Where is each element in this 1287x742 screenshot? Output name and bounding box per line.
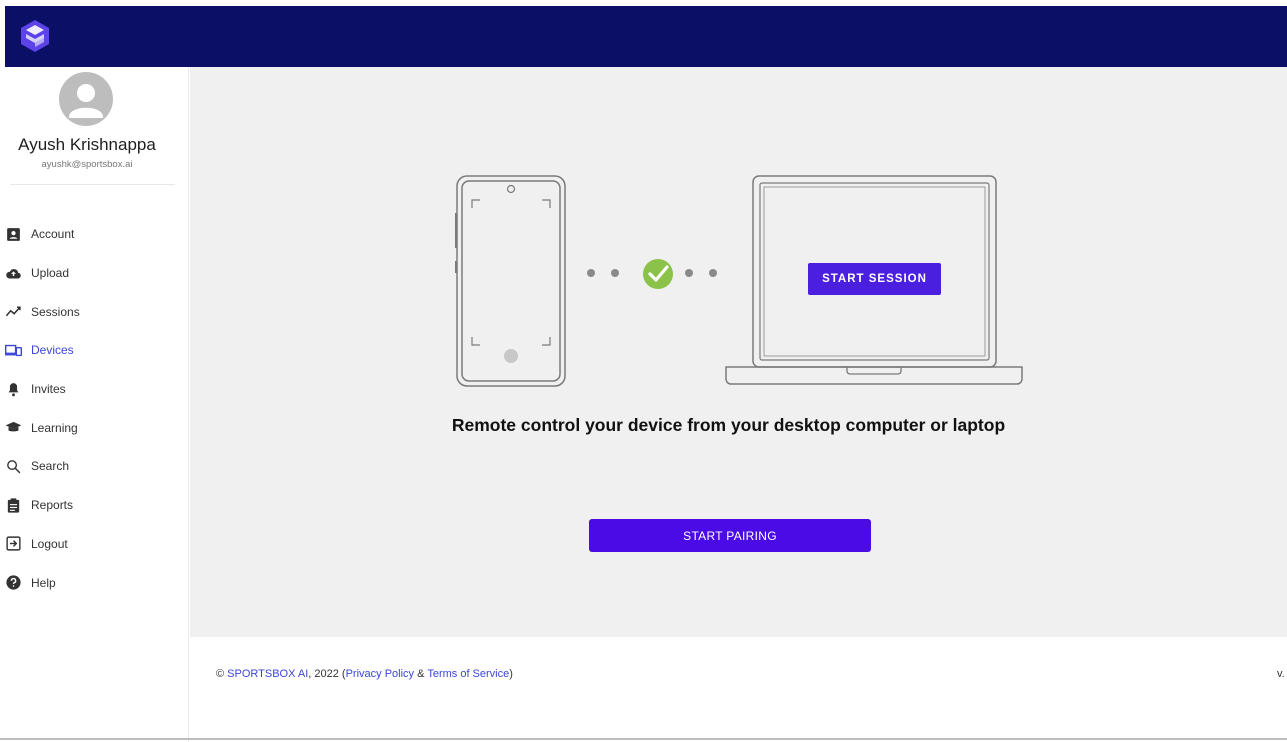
sidebar-item-search[interactable]: Search xyxy=(0,447,189,486)
footer-year: , 2022 ( xyxy=(308,668,346,680)
main-content: START SESSION Remote control your device… xyxy=(190,67,1287,637)
sidebar-item-label: Reports xyxy=(31,498,74,513)
sidebar-nav: Account Upload Sessions Devices Invites xyxy=(0,215,189,602)
devices-icon xyxy=(4,341,22,359)
sidebar-item-label: Sessions xyxy=(31,304,80,319)
sidebar-item-label: Invites xyxy=(31,382,66,397)
sidebar-item-upload[interactable]: Upload xyxy=(0,254,189,293)
top-app-bar xyxy=(5,6,1287,67)
bottom-divider xyxy=(0,738,1287,740)
sidebar-item-label: Upload xyxy=(31,266,70,281)
avatar[interactable] xyxy=(59,72,113,126)
search-icon xyxy=(4,457,22,475)
start-session-button[interactable]: START SESSION xyxy=(808,263,941,295)
cloud-upload-icon xyxy=(4,264,22,282)
sidebar-item-label: Search xyxy=(31,459,70,474)
company-link[interactable]: SPORTSBOX AI xyxy=(227,668,308,680)
sidebar-item-label: Account xyxy=(31,227,75,242)
footer-close-paren: ) xyxy=(509,668,513,680)
sportsbox-logo-icon[interactable] xyxy=(19,19,51,53)
user-name: Ayush Krishnappa xyxy=(18,135,156,154)
page-headline: Remote control your device from your des… xyxy=(451,415,1006,435)
trending-line-icon xyxy=(4,303,22,321)
footer-ampersand: & xyxy=(414,668,428,680)
footer: © SPORTSBOX AI, 2022 (Privacy Policy & T… xyxy=(216,668,513,680)
sidebar-item-label: Devices xyxy=(31,343,74,358)
sidebar-divider xyxy=(10,184,175,185)
logout-icon xyxy=(4,535,22,553)
sidebar-item-label: Help xyxy=(31,575,56,590)
sidebar-item-invites[interactable]: Invites xyxy=(0,370,189,409)
clipboard-icon xyxy=(4,496,22,514)
sidebar-item-help[interactable]: Help xyxy=(0,563,189,602)
bell-icon xyxy=(4,380,22,398)
sidebar: Ayush Krishnappa ayushk@sportsbox.ai Acc… xyxy=(0,67,189,742)
person-icon xyxy=(69,84,103,118)
sidebar-item-label: Learning xyxy=(31,420,78,435)
version-label: v. xyxy=(1277,668,1285,680)
sidebar-item-devices[interactable]: Devices xyxy=(0,331,189,370)
help-icon xyxy=(4,574,22,592)
sidebar-item-logout[interactable]: Logout xyxy=(0,525,189,564)
terms-of-service-link[interactable]: Terms of Service xyxy=(427,668,509,680)
graduation-cap-icon xyxy=(4,419,22,437)
privacy-policy-link[interactable]: Privacy Policy xyxy=(346,668,414,680)
sidebar-item-account[interactable]: Account xyxy=(0,215,189,254)
sidebar-item-learning[interactable]: Learning xyxy=(0,408,189,447)
sidebar-item-sessions[interactable]: Sessions xyxy=(0,292,189,331)
start-pairing-button[interactable]: START PAIRING xyxy=(589,519,871,552)
user-email: ayushk@sportsbox.ai xyxy=(41,159,133,170)
account-box-icon xyxy=(4,225,22,243)
check-circle-icon xyxy=(643,259,673,289)
phone-icon xyxy=(455,175,566,387)
sidebar-item-label: Logout xyxy=(31,536,68,551)
copyright-symbol: © xyxy=(216,668,228,680)
sidebar-item-reports[interactable]: Reports xyxy=(0,486,189,525)
